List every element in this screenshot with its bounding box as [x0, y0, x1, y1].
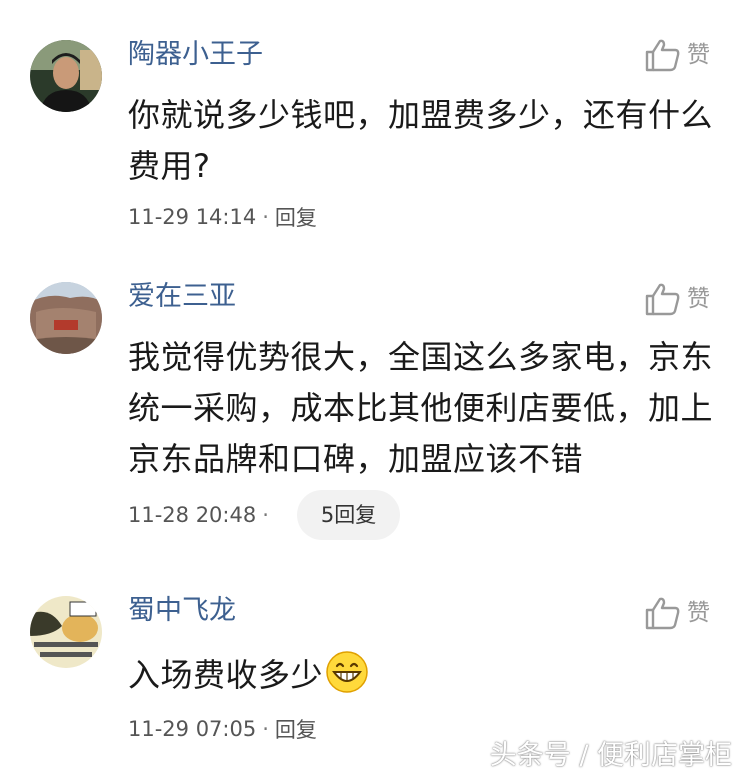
comment-meta: 11-29 07:05 · 回复 — [128, 714, 317, 744]
thumbs-up-icon — [645, 283, 680, 316]
reply-button[interactable]: 回复 — [275, 714, 317, 744]
avatar[interactable] — [30, 40, 102, 112]
username[interactable]: 蜀中飞龙 — [128, 594, 236, 628]
like-label: 赞 — [687, 42, 710, 68]
avatar[interactable] — [30, 596, 102, 668]
comment-meta: 11-29 14:14 · 回复 — [128, 202, 317, 232]
comment-text: 入场费收多少 — [128, 656, 324, 694]
grinning-face-icon — [326, 651, 368, 693]
user-avatar-man — [30, 40, 102, 112]
like-label: 赞 — [687, 286, 710, 312]
thumbs-up-icon — [645, 597, 680, 630]
user-avatar-cartoon — [30, 596, 102, 668]
like-label: 赞 — [687, 600, 710, 626]
username[interactable]: 爱在三亚 — [128, 280, 236, 314]
comment-text-row: 入场费收多少 — [128, 650, 723, 701]
separator: · — [262, 717, 269, 741]
timestamp: 11-29 07:05 — [128, 717, 257, 741]
username[interactable]: 陶器小王子 — [128, 38, 263, 72]
comment-text: 你就说多少钱吧，加盟费多少，还有什么费用? — [128, 96, 714, 185]
avatar[interactable] — [30, 282, 102, 354]
timestamp: 11-29 14:14 — [128, 205, 257, 229]
user-avatar-rock — [30, 282, 102, 354]
timestamp: 11-28 20:48 — [128, 503, 257, 527]
replies-count-button[interactable]: 5回复 — [296, 490, 401, 540]
reply-button[interactable]: 回复 — [275, 202, 317, 232]
comment-list: 陶器小王子 赞 你就说多少钱吧，加盟费多少，还有什么费用? 11-29 14:1… — [0, 0, 750, 784]
comment-meta: 11-28 20:48 · 5回复 — [128, 490, 401, 540]
like-button[interactable]: 赞 — [645, 596, 710, 630]
separator: · — [262, 503, 269, 527]
like-button[interactable]: 赞 — [645, 38, 710, 72]
thumbs-up-icon — [645, 39, 680, 72]
like-button[interactable]: 赞 — [645, 282, 710, 316]
comment-text: 我觉得优势很大，全国这么多家电，京东统一采购，成本比其他便利店要低，加上京东品牌… — [128, 338, 714, 478]
separator: · — [262, 205, 269, 229]
watermark: 头条号 / 便利店掌柜 — [489, 740, 732, 771]
